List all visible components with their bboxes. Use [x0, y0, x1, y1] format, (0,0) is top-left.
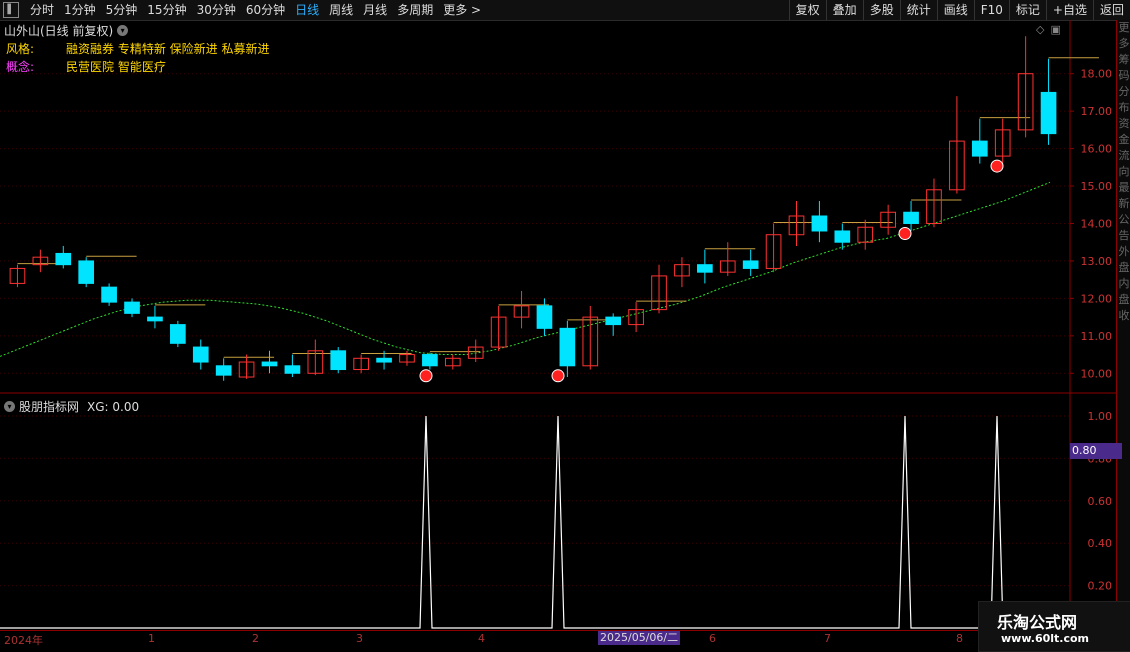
date-tick: 4 [478, 632, 485, 645]
candle-body [903, 211, 919, 224]
side-tab-char: 码 [1118, 69, 1130, 82]
chart-canvas: 18.00 17.00 16.00 15.00 14.00 13.00 12.00 11.00… [0, 20, 1116, 630]
signal-marker-icon [551, 369, 565, 383]
candle-body [55, 252, 72, 266]
side-tab-char: 公 [1118, 213, 1130, 226]
price-tick: 11.00 [1081, 330, 1113, 343]
date-tick: 6 [709, 632, 716, 645]
side-tab-char: 告 [1118, 229, 1130, 242]
side-tab-char: 收 [1118, 309, 1130, 322]
signal-marker-icon [990, 159, 1004, 173]
candle-body [1040, 91, 1057, 135]
indicator-title-row: ▾ 股朋指标网 XG: 0.00 [4, 398, 139, 415]
side-tab-char: 新 [1118, 197, 1130, 210]
candle-body [834, 230, 851, 243]
right-side-panel[interactable]: 更多筹码分布资金流向最新公告外盘内盘收 [1116, 20, 1130, 630]
signal-line [0, 415, 1064, 629]
candle-body [811, 215, 828, 232]
crosshair-value-badge: 0.80 [1070, 443, 1122, 459]
candle-body [536, 305, 553, 329]
candle-body [284, 365, 301, 374]
candle-body [215, 365, 232, 376]
side-tab-char: 最 [1118, 181, 1130, 194]
price-tick: 15.00 [1081, 180, 1113, 193]
watermark-name: 乐淘公式网 [997, 613, 1078, 632]
candle-body [605, 316, 622, 326]
indicator-title: 股朋指标网 [19, 400, 80, 414]
side-tab-char: 盘 [1118, 261, 1130, 274]
signal-marker-icon [898, 226, 912, 240]
price-tick: 16.00 [1081, 143, 1113, 156]
candle-body [971, 140, 988, 157]
candle-body [330, 350, 347, 371]
ma-line [0, 181, 1051, 357]
price-tick: 12.00 [1081, 292, 1113, 305]
indicator-tick: 1.00 [1088, 410, 1113, 423]
xg-signal-series [0, 415, 1064, 629]
chevron-down-icon[interactable]: ▾ [4, 401, 15, 412]
side-tab-char: 内 [1118, 277, 1130, 290]
main-axis: 18.00 17.00 16.00 15.00 14.00 13.00 12.00 11.00… [1070, 68, 1113, 380]
date-tick: 8 [956, 632, 963, 645]
candle-body [697, 264, 713, 273]
candle-body [170, 324, 186, 344]
side-tab-char: 外 [1118, 245, 1130, 258]
side-tab-char: 多 [1118, 37, 1130, 50]
ma-series [0, 181, 1051, 357]
watermark-url: www.60lt.com [1001, 632, 1090, 645]
watermark-logo: 乐淘公式网 www.60lt.com [978, 601, 1130, 652]
side-tab-char: 更 [1118, 21, 1130, 34]
date-tick: 2024年 [4, 634, 43, 647]
main-grid [0, 20, 1116, 630]
candle-body [559, 327, 576, 367]
date-tick: 7 [824, 632, 831, 645]
candle-body [78, 260, 95, 284]
indicator-tick: 0.60 [1088, 495, 1113, 508]
indicator-tick: 0.40 [1088, 537, 1113, 550]
side-tab-char: 筹 [1118, 53, 1130, 66]
candle-body [422, 354, 438, 367]
side-tab-char: 布 [1118, 101, 1130, 114]
cursor-date-badge: 2025/05/06/二 [598, 631, 681, 645]
candle-body [101, 286, 117, 303]
side-tab-char: 向 [1118, 165, 1130, 178]
candle-body [261, 361, 278, 367]
side-tab-char: 资 [1118, 117, 1130, 130]
price-tick: 17.00 [1081, 105, 1113, 118]
date-tick: 2 [252, 632, 259, 645]
side-tab-char: 分 [1118, 85, 1130, 98]
candle-body [192, 346, 209, 363]
indicator-tick: 0.20 [1088, 580, 1113, 593]
sub-axis: 1.000.800.600.400.20 [1088, 410, 1113, 593]
price-tick: 10.00 [1081, 367, 1113, 380]
date-axis: 2024年 1 2 3 4 6 7 8 [0, 630, 1116, 651]
candle-body [742, 260, 759, 269]
price-tick: 14.00 [1081, 217, 1113, 230]
candle-body [147, 316, 163, 322]
side-tab-char: 流 [1118, 149, 1130, 162]
candle-body [376, 357, 392, 363]
signal-marker-icon [419, 369, 433, 383]
candles [9, 36, 1099, 381]
date-tick: 3 [356, 632, 363, 645]
side-tab-char: 金 [1118, 133, 1130, 146]
candle-body [124, 301, 140, 314]
price-tick: 13.00 [1081, 255, 1113, 268]
indicator-value: XG: 0.00 [87, 399, 140, 414]
side-tab-char: 盘 [1118, 293, 1130, 306]
date-tick: 1 [148, 632, 155, 645]
price-tick: 18.00 [1081, 68, 1113, 81]
